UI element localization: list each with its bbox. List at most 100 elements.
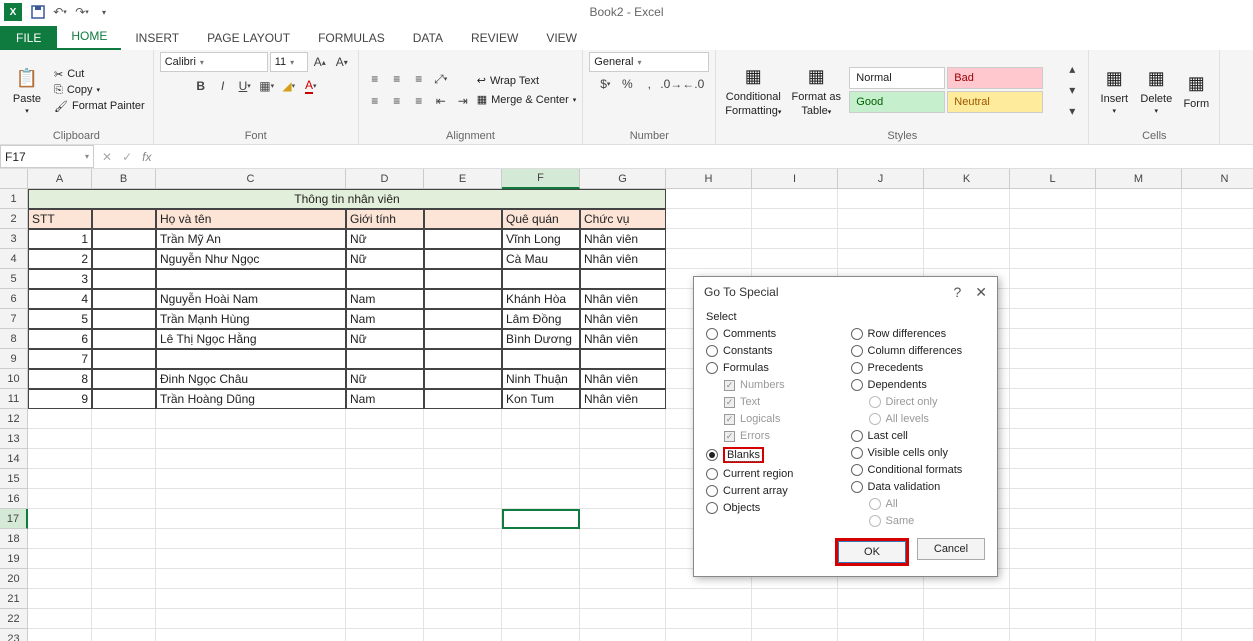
cell-G11[interactable]: Nhân viên: [580, 389, 666, 409]
row-header-19[interactable]: 19: [0, 549, 28, 569]
cell-J4[interactable]: [838, 249, 924, 269]
insert-cells-button[interactable]: ▦Insert▾: [1095, 65, 1133, 115]
cell-H21[interactable]: [666, 589, 752, 609]
cell-M16[interactable]: [1096, 489, 1182, 509]
cell-K2[interactable]: [924, 209, 1010, 229]
column-header-L[interactable]: L: [1010, 169, 1096, 189]
cell-L10[interactable]: [1010, 369, 1096, 389]
column-header-J[interactable]: J: [838, 169, 924, 189]
gallery-more-icon[interactable]: ▾: [1062, 101, 1082, 121]
cell-A20[interactable]: [28, 569, 92, 589]
cell-N3[interactable]: [1182, 229, 1253, 249]
cancel-formula-icon[interactable]: ✕: [102, 150, 112, 164]
cell-B17[interactable]: [92, 509, 156, 529]
format-cells-button[interactable]: ▦Form: [1179, 70, 1213, 110]
option-current-array[interactable]: Current array: [706, 484, 841, 498]
cell-C9[interactable]: [156, 349, 346, 369]
column-header-K[interactable]: K: [924, 169, 1010, 189]
option-formulas[interactable]: Formulas: [706, 361, 841, 375]
cell-A14[interactable]: [28, 449, 92, 469]
cell-F11[interactable]: Kon Tum: [502, 389, 580, 409]
decrease-font-icon[interactable]: A▾: [332, 52, 352, 72]
cell-J21[interactable]: [838, 589, 924, 609]
cell-K3[interactable]: [924, 229, 1010, 249]
name-box[interactable]: F17 ▾: [0, 145, 94, 168]
cell-D22[interactable]: [346, 609, 424, 629]
cell-B7[interactable]: [92, 309, 156, 329]
cell-M6[interactable]: [1096, 289, 1182, 309]
cell-N23[interactable]: [1182, 629, 1253, 641]
cell-F8[interactable]: Bình Dương: [502, 329, 580, 349]
column-header-C[interactable]: C: [156, 169, 346, 189]
format-as-table-button[interactable]: ▦ Format as Table▾: [788, 63, 844, 117]
cell-E14[interactable]: [424, 449, 502, 469]
cell-F2[interactable]: Quê quán: [502, 209, 580, 229]
select-all-corner[interactable]: [0, 169, 28, 189]
cell-D10[interactable]: Nữ: [346, 369, 424, 389]
cell-C12[interactable]: [156, 409, 346, 429]
cell-N15[interactable]: [1182, 469, 1253, 489]
tab-pagelayout[interactable]: PAGE LAYOUT: [193, 26, 304, 50]
option-conditional-formats[interactable]: Conditional formats: [851, 463, 986, 477]
row-header-14[interactable]: 14: [0, 449, 28, 469]
cell-N5[interactable]: [1182, 269, 1253, 289]
cell-D15[interactable]: [346, 469, 424, 489]
cell-J3[interactable]: [838, 229, 924, 249]
dialog-close-icon[interactable]: ✕: [975, 284, 987, 301]
cell-B19[interactable]: [92, 549, 156, 569]
cell-I3[interactable]: [752, 229, 838, 249]
cell-A15[interactable]: [28, 469, 92, 489]
cell-G22[interactable]: [580, 609, 666, 629]
cell-C11[interactable]: Trần Hoàng Dũng: [156, 389, 346, 409]
cell-K23[interactable]: [924, 629, 1010, 641]
cell-I1[interactable]: [752, 189, 838, 209]
tab-view[interactable]: VIEW: [532, 26, 591, 50]
cell-G23[interactable]: [580, 629, 666, 641]
cell-E12[interactable]: [424, 409, 502, 429]
cell-M4[interactable]: [1096, 249, 1182, 269]
tab-file[interactable]: FILE: [0, 26, 57, 50]
cell-K21[interactable]: [924, 589, 1010, 609]
cell-D14[interactable]: [346, 449, 424, 469]
save-icon[interactable]: [28, 2, 48, 22]
column-header-N[interactable]: N: [1182, 169, 1253, 189]
cell-L20[interactable]: [1010, 569, 1096, 589]
cell-A2[interactable]: STT: [28, 209, 92, 229]
cell-E5[interactable]: [424, 269, 502, 289]
row-header-20[interactable]: 20: [0, 569, 28, 589]
cell-G20[interactable]: [580, 569, 666, 589]
cell-B15[interactable]: [92, 469, 156, 489]
cell-B10[interactable]: [92, 369, 156, 389]
cell-D5[interactable]: [346, 269, 424, 289]
cell-F20[interactable]: [502, 569, 580, 589]
cell-C19[interactable]: [156, 549, 346, 569]
cell-G16[interactable]: [580, 489, 666, 509]
style-good[interactable]: Good: [849, 91, 945, 113]
cell-H22[interactable]: [666, 609, 752, 629]
column-header-A[interactable]: A: [28, 169, 92, 189]
cell-L7[interactable]: [1010, 309, 1096, 329]
column-header-F[interactable]: F: [502, 169, 580, 189]
cell-D19[interactable]: [346, 549, 424, 569]
cell-C17[interactable]: [156, 509, 346, 529]
column-header-B[interactable]: B: [92, 169, 156, 189]
cell-D4[interactable]: Nữ: [346, 249, 424, 269]
accounting-format-icon[interactable]: $▾: [595, 74, 615, 94]
row-header-3[interactable]: 3: [0, 229, 28, 249]
option-objects[interactable]: Objects: [706, 501, 841, 515]
row-header-7[interactable]: 7: [0, 309, 28, 329]
cell-N14[interactable]: [1182, 449, 1253, 469]
cell-F7[interactable]: Lâm Đồng: [502, 309, 580, 329]
row-header-15[interactable]: 15: [0, 469, 28, 489]
option-precedents[interactable]: Precedents: [851, 361, 986, 375]
dialog-help-icon[interactable]: ?: [953, 284, 961, 301]
cell-F5[interactable]: [502, 269, 580, 289]
cell-L15[interactable]: [1010, 469, 1096, 489]
cell-G2[interactable]: Chức vụ: [580, 209, 666, 229]
cell-F14[interactable]: [502, 449, 580, 469]
align-center-icon[interactable]: ≡: [387, 91, 407, 111]
option-last-cell[interactable]: Last cell: [851, 429, 986, 443]
paste-button[interactable]: 📋 Paste ▾: [6, 65, 48, 115]
cell-L16[interactable]: [1010, 489, 1096, 509]
cell-C20[interactable]: [156, 569, 346, 589]
